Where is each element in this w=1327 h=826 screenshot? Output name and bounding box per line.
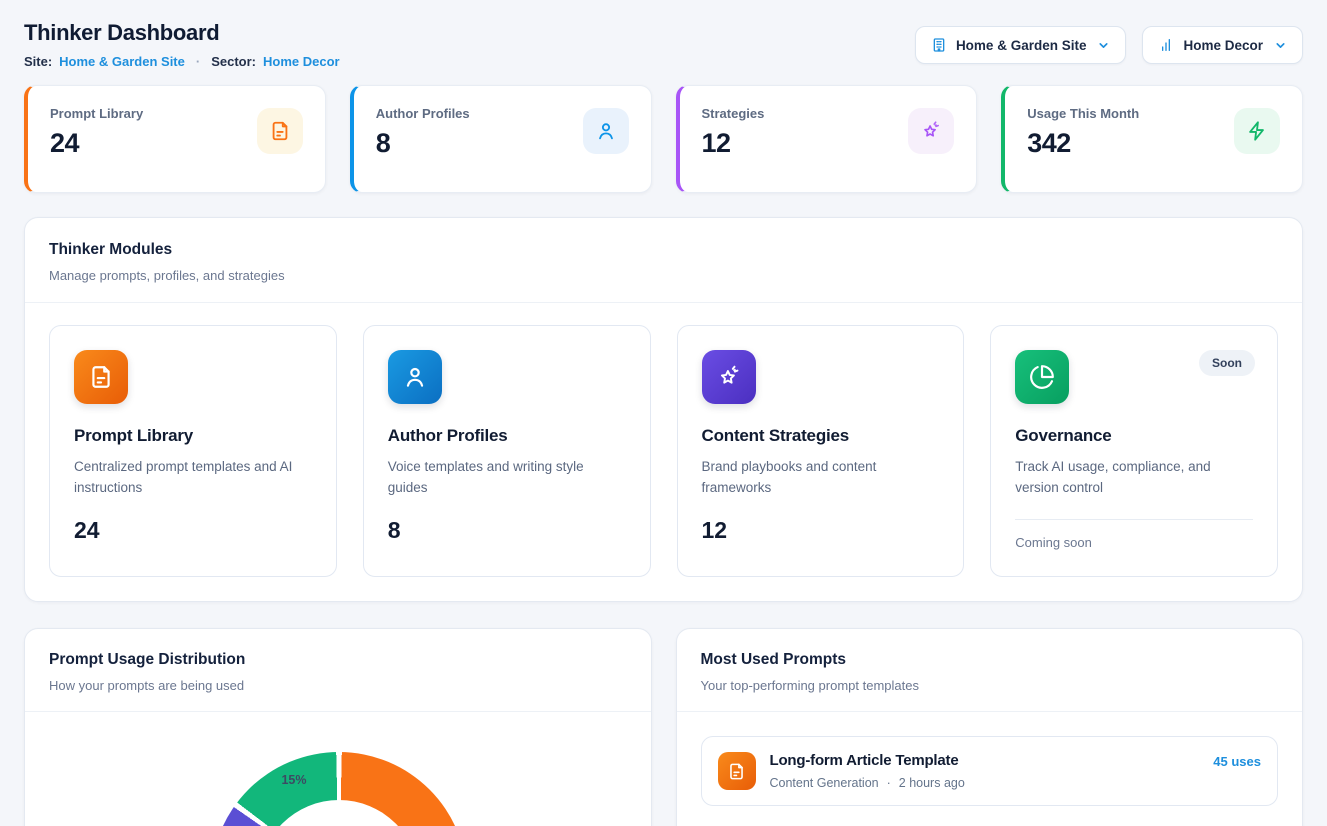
page-header: Thinker Dashboard Site: Home & Garden Si…	[24, 20, 1303, 69]
module-description: Track AI usage, compliance, and version …	[1015, 457, 1253, 499]
prompts-card-subtitle: Your top-performing prompt templates	[701, 678, 1279, 693]
module-description: Brand playbooks and content frameworks	[702, 457, 940, 499]
modules-panel-title: Thinker Modules	[49, 241, 1278, 259]
stat-label: Author Profiles	[376, 106, 470, 121]
user-icon	[388, 350, 442, 404]
module-title: Prompt Library	[74, 426, 312, 446]
module-title: Content Strategies	[702, 426, 940, 446]
stat-value: 342	[1027, 128, 1139, 159]
prompt-list-item[interactable]: Long-form Article Template Content Gener…	[701, 736, 1279, 806]
stat-label: Usage This Month	[1027, 106, 1139, 121]
chevron-down-icon	[1097, 39, 1110, 52]
sector-selector-label: Home Decor	[1183, 38, 1263, 53]
bar-chart-icon	[1158, 37, 1174, 53]
most-used-prompts-card: Most Used Prompts Your top-performing pr…	[676, 628, 1304, 826]
module-footer: Coming soon	[1015, 535, 1253, 550]
soon-badge: Soon	[1199, 350, 1255, 376]
breadcrumb: Site: Home & Garden Site · Sector: Home …	[24, 54, 340, 69]
usage-donut-chart[interactable]	[211, 752, 467, 826]
prompt-uses-badge: 45 uses	[1213, 754, 1261, 769]
site-selector-label: Home & Garden Site	[956, 38, 1087, 53]
sector-label: Sector:	[211, 54, 256, 69]
modules-grid: Prompt Library Centralized prompt templa…	[25, 303, 1302, 601]
sparkle-star-icon	[702, 350, 756, 404]
meta-dot: ·	[887, 776, 891, 790]
stat-value: 12	[702, 128, 765, 159]
sparkle-star-icon	[908, 108, 954, 154]
bottom-row: Prompt Usage Distribution How your promp…	[24, 628, 1303, 826]
site-link[interactable]: Home & Garden Site	[59, 54, 185, 69]
sector-link[interactable]: Home Decor	[263, 54, 340, 69]
donut-segment-label: 15%	[281, 773, 306, 787]
module-card-governance[interactable]: Soon Governance Track AI usage, complian…	[990, 325, 1278, 577]
module-count: 24	[74, 517, 312, 544]
usage-card-subtitle: How your prompts are being used	[49, 678, 627, 693]
stat-label: Strategies	[702, 106, 765, 121]
building-icon	[931, 37, 947, 53]
header-titles: Thinker Dashboard Site: Home & Garden Si…	[24, 20, 340, 69]
document-icon	[718, 752, 756, 790]
usage-card-header: Prompt Usage Distribution How your promp…	[25, 629, 651, 712]
dashboard-page: Thinker Dashboard Site: Home & Garden Si…	[0, 0, 1327, 826]
stat-value: 8	[376, 128, 470, 159]
stat-label: Prompt Library	[50, 106, 143, 121]
module-description: Centralized prompt templates and AI inst…	[74, 457, 312, 499]
stat-card-usage: Usage This Month 342	[1001, 85, 1303, 193]
site-label: Site:	[24, 54, 52, 69]
header-selectors: Home & Garden Site Home Decor	[915, 26, 1303, 64]
module-title: Author Profiles	[388, 426, 626, 446]
stat-value: 24	[50, 128, 143, 159]
prompt-list: Long-form Article Template Content Gener…	[677, 712, 1303, 806]
modules-panel-header: Thinker Modules Manage prompts, profiles…	[25, 218, 1302, 303]
module-card-author-profiles[interactable]: Author Profiles Voice templates and writ…	[363, 325, 651, 577]
thinker-modules-panel: Thinker Modules Manage prompts, profiles…	[24, 217, 1303, 602]
prompt-category: Content Generation	[770, 776, 879, 790]
document-icon	[74, 350, 128, 404]
stat-card-author-profiles: Author Profiles 8	[350, 85, 652, 193]
lightning-icon	[1234, 108, 1280, 154]
prompt-time: 2 hours ago	[899, 776, 965, 790]
stat-card-strategies: Strategies 12	[676, 85, 978, 193]
pie-chart-icon	[1015, 350, 1069, 404]
breadcrumb-separator: ·	[192, 54, 204, 69]
prompt-usage-card: Prompt Usage Distribution How your promp…	[24, 628, 652, 826]
module-title: Governance	[1015, 426, 1253, 446]
module-count: 8	[388, 517, 626, 544]
site-selector-button[interactable]: Home & Garden Site	[915, 26, 1127, 64]
modules-panel-subtitle: Manage prompts, profiles, and strategies	[49, 268, 1278, 283]
prompts-card-title: Most Used Prompts	[701, 651, 1279, 669]
stat-card-prompt-library: Prompt Library 24	[24, 85, 326, 193]
module-card-prompt-library[interactable]: Prompt Library Centralized prompt templa…	[49, 325, 337, 577]
module-divider	[1015, 519, 1253, 520]
usage-chart-area: 15%	[25, 712, 651, 826]
prompt-meta: Content Generation · 2 hours ago	[770, 776, 1200, 790]
prompts-card-header: Most Used Prompts Your top-performing pr…	[677, 629, 1303, 712]
user-icon	[583, 108, 629, 154]
page-title: Thinker Dashboard	[24, 20, 340, 46]
module-description: Voice templates and writing style guides	[388, 457, 626, 499]
sector-selector-button[interactable]: Home Decor	[1142, 26, 1303, 64]
prompt-title: Long-form Article Template	[770, 752, 1200, 769]
usage-card-title: Prompt Usage Distribution	[49, 651, 627, 669]
module-count: 12	[702, 517, 940, 544]
document-icon	[257, 108, 303, 154]
module-card-content-strategies[interactable]: Content Strategies Brand playbooks and c…	[677, 325, 965, 577]
chevron-down-icon	[1274, 39, 1287, 52]
stats-row: Prompt Library 24 Author Profiles 8 Stra…	[24, 85, 1303, 193]
